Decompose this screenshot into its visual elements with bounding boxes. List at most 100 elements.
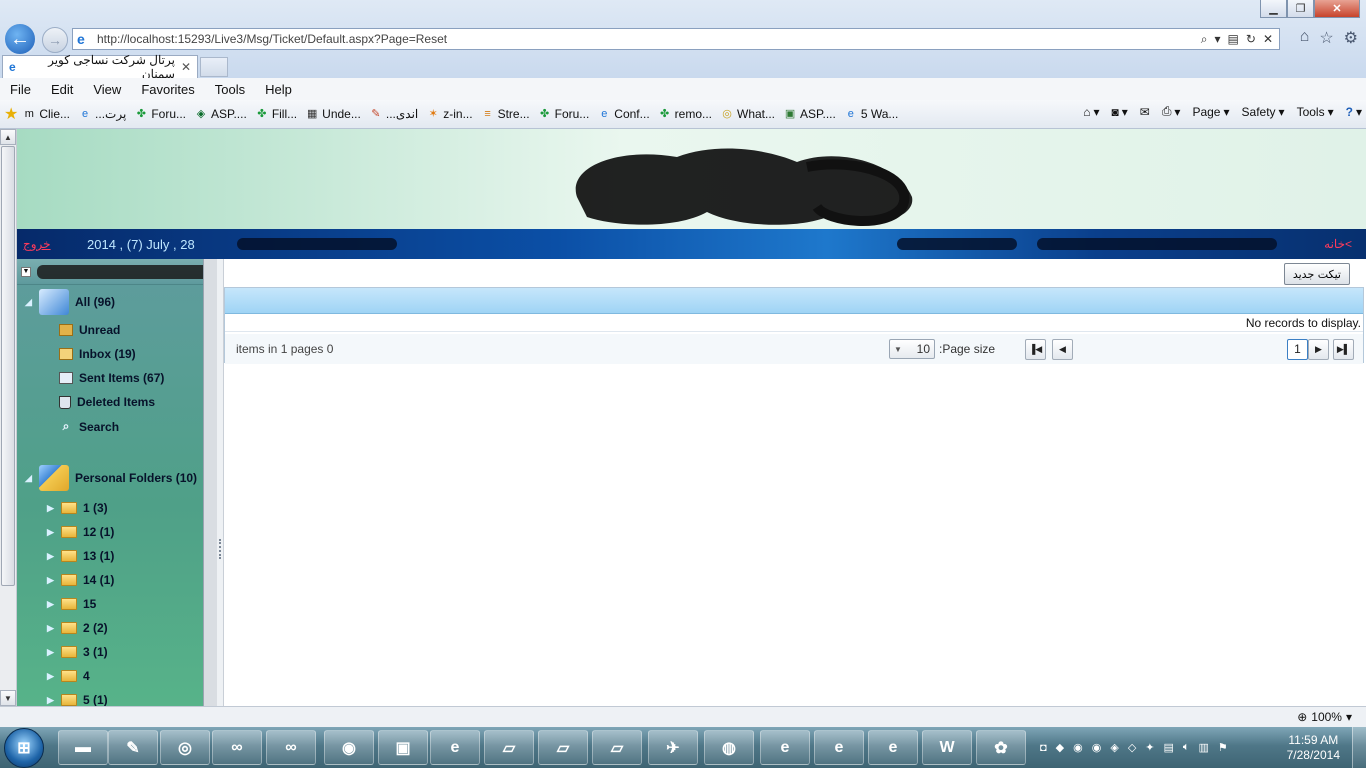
favorite-link[interactable]: e 5 Wa... xyxy=(844,107,899,121)
taskbar-app-3[interactable]: ▱ xyxy=(592,730,642,765)
menu-tools[interactable]: Tools xyxy=(215,82,245,97)
taskbar-visual-studio-2[interactable]: ∞ xyxy=(266,730,316,765)
pane-splitter[interactable] xyxy=(217,259,224,706)
close-tab-icon[interactable]: ✕ xyxy=(181,60,191,74)
refresh-icon[interactable]: ↻ xyxy=(1246,32,1256,47)
dropdown-arrow-icon[interactable]: ▼ xyxy=(21,266,31,277)
favorite-link[interactable]: ▦ Unde... xyxy=(305,107,361,121)
tray-icon[interactable]: ◈ xyxy=(1110,741,1118,754)
favorite-link[interactable]: ✤ Foru... xyxy=(134,107,186,121)
scroll-down-icon[interactable]: ▼ xyxy=(0,690,16,706)
forward-button[interactable]: → xyxy=(42,27,68,53)
feeds-menu[interactable]: ◙ ▾ xyxy=(1111,105,1127,119)
address-bar[interactable]: e http://localhost:15293/Live3/Msg/Ticke… xyxy=(72,28,1280,50)
folder-item[interactable]: ▶ 12 (1) xyxy=(47,525,114,539)
back-button[interactable]: ← xyxy=(3,22,37,56)
favorites-star-icon[interactable]: ☆ xyxy=(1319,28,1333,48)
taskbar-paint[interactable]: ✿ xyxy=(976,730,1026,765)
expand-arrow-icon[interactable]: ▶ xyxy=(47,671,55,682)
compatibility-icon[interactable]: ▤ xyxy=(1228,32,1239,47)
folder-item[interactable]: ▶ 15 xyxy=(47,597,96,611)
sidebar-item-deleted[interactable]: Deleted Items xyxy=(59,395,155,409)
safety-menu[interactable]: Safety ▾ xyxy=(1242,105,1285,119)
sidebar-scrollbar[interactable] xyxy=(203,259,217,706)
tray-icon[interactable]: ◇ xyxy=(1128,741,1136,754)
home-link[interactable]: >خانه xyxy=(1324,237,1352,251)
current-page-button[interactable]: 1 xyxy=(1287,338,1308,360)
sidebar-item-sent[interactable]: Sent Items (67) xyxy=(59,371,164,385)
menu-help[interactable]: Help xyxy=(265,82,292,97)
page-size-select[interactable]: ▼ 10 xyxy=(889,339,935,359)
taskbar-ie-3[interactable]: e xyxy=(814,730,864,765)
print-menu[interactable]: ⎙ ▾ xyxy=(1162,104,1181,119)
show-desktop-button[interactable] xyxy=(1352,727,1366,768)
tray-icon[interactable]: ✦ xyxy=(1145,741,1154,754)
sidebar-header[interactable]: ▼ xyxy=(17,259,217,285)
taskbar-ie-2[interactable]: e xyxy=(760,730,810,765)
expand-arrow-icon[interactable]: ▶ xyxy=(47,551,55,562)
expand-arrow-icon[interactable]: ▶ xyxy=(47,623,55,634)
home-icon[interactable]: ⌂ xyxy=(1300,28,1310,48)
taskbar-remote[interactable]: ▣ xyxy=(378,730,428,765)
mail-button[interactable]: ✉ xyxy=(1140,105,1150,119)
favorite-link[interactable]: ◎ What... xyxy=(720,107,775,121)
next-page-button[interactable]: ▶ xyxy=(1308,338,1329,360)
favorite-link[interactable]: e ...پرت xyxy=(78,107,126,121)
flag-icon[interactable]: ⚑ xyxy=(1218,741,1228,754)
favorite-link[interactable]: ▣ ASP.... xyxy=(783,107,836,121)
taskbar-app-bird[interactable]: ✈ xyxy=(648,730,698,765)
search-icon[interactable]: ⌕ xyxy=(1201,32,1208,47)
expand-arrow-icon[interactable]: ▶ xyxy=(47,599,55,610)
sidebar-item-inbox[interactable]: Inbox (19) xyxy=(59,347,136,361)
dropdown-arrow-icon[interactable]: ▾ xyxy=(1215,32,1221,47)
network-tray-icon[interactable]: ▥ xyxy=(1199,741,1209,754)
collapse-arrow-icon[interactable]: ◢ xyxy=(25,473,33,484)
minimize-button[interactable]: ▁ xyxy=(1260,0,1287,18)
sidebar-item-personal-folders[interactable]: ◢ Personal Folders (10) xyxy=(25,465,197,491)
prev-page-button[interactable]: ◀ xyxy=(1052,338,1073,360)
tray-icon[interactable]: ◉ xyxy=(1073,741,1083,754)
menu-edit[interactable]: Edit xyxy=(51,82,73,97)
favorite-link[interactable]: ✤ Foru... xyxy=(538,107,589,121)
folder-item[interactable]: ▶ 14 (1) xyxy=(47,573,114,587)
folder-item[interactable]: ▶ 4 xyxy=(47,669,90,683)
tools-menu[interactable]: Tools ▾ xyxy=(1297,105,1334,119)
favorite-link[interactable]: ◈ ASP.... xyxy=(194,107,247,121)
page-scrollbar[interactable]: ▲ ▼ xyxy=(0,129,17,706)
start-button[interactable]: ⊞ xyxy=(4,728,44,768)
home-menu[interactable]: ⌂ ▾ xyxy=(1083,105,1099,119)
tray-icon[interactable]: ◘ xyxy=(1040,742,1047,754)
sidebar-item-unread[interactable]: Unread xyxy=(59,323,120,337)
taskbar-word[interactable]: W xyxy=(922,730,972,765)
new-tab-button[interactable] xyxy=(200,57,228,77)
page-menu[interactable]: Page ▾ xyxy=(1192,105,1229,119)
last-page-button[interactable]: ▶▌ xyxy=(1333,338,1354,360)
menu-favorites[interactable]: Favorites xyxy=(141,82,194,97)
taskbar-app-1[interactable]: ▱ xyxy=(484,730,534,765)
folder-item[interactable]: ▶ 5 (1) xyxy=(47,693,108,706)
new-ticket-button[interactable]: تیکت جدید xyxy=(1283,263,1350,285)
dropdown-arrow-icon[interactable]: ▾ xyxy=(1346,710,1352,724)
favorite-link[interactable]: m Clie... xyxy=(22,107,70,121)
expand-arrow-icon[interactable]: ▶ xyxy=(47,575,55,586)
tray-icon[interactable]: ◉ xyxy=(1092,741,1102,754)
favorite-link[interactable]: ✤ remo... xyxy=(658,107,712,121)
volume-icon[interactable]: 🔈︎ xyxy=(1183,741,1190,754)
menu-view[interactable]: View xyxy=(93,82,121,97)
close-window-button[interactable]: ✕ xyxy=(1314,0,1360,18)
favorites-star-icon[interactable]: ★ xyxy=(4,104,18,124)
folder-item[interactable]: ▶ 13 (1) xyxy=(47,549,114,563)
favorite-link[interactable]: ✤ Fill... xyxy=(255,107,297,121)
collapse-arrow-icon[interactable]: ◢ xyxy=(25,297,33,308)
taskbar-ie-4[interactable]: e xyxy=(868,730,918,765)
address-url[interactable]: http://localhost:15293/Live3/Msg/Ticket/… xyxy=(97,32,1201,46)
favorite-link[interactable]: ✎ ...اندی xyxy=(369,107,418,121)
favorite-link[interactable]: e Conf... xyxy=(597,107,649,121)
taskbar-clock[interactable]: 11:59 AM 7/28/2014 xyxy=(1287,733,1340,763)
folder-item[interactable]: ▶ 3 (1) xyxy=(47,645,108,659)
expand-arrow-icon[interactable]: ▶ xyxy=(47,527,55,538)
taskbar-downloader[interactable]: ◍ xyxy=(704,730,754,765)
splitter-grip[interactable] xyxy=(219,539,221,559)
logout-link[interactable]: خروج xyxy=(23,237,51,251)
taskbar-visual-studio[interactable]: ∞ xyxy=(212,730,262,765)
